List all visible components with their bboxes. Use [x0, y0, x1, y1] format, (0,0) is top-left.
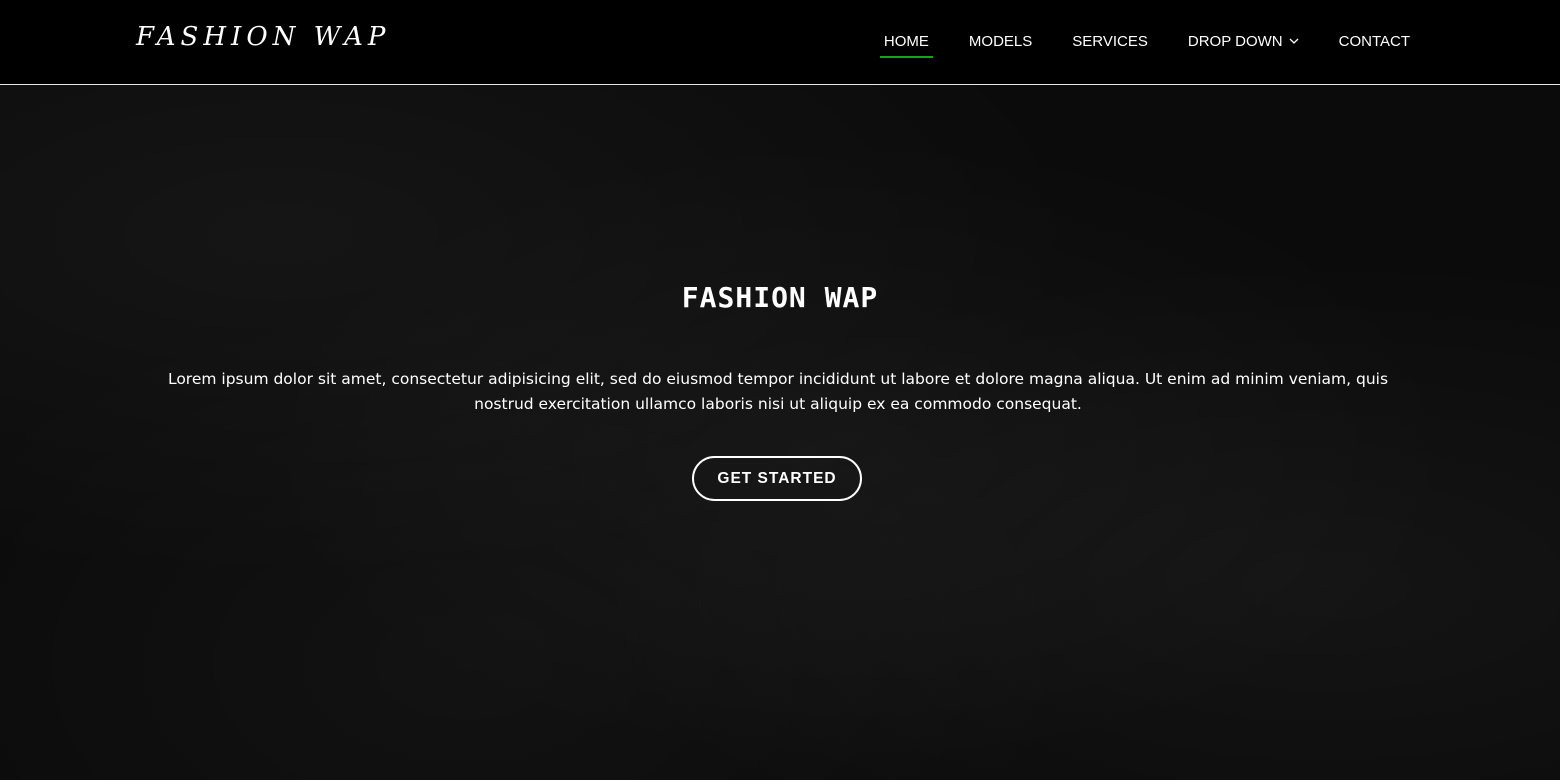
- nav-item-contact[interactable]: CONTACT: [1335, 27, 1414, 58]
- main-nav: HOME MODELS SERVICES DROP DOWN CONTACT: [848, 0, 1414, 84]
- nav-item-services[interactable]: SERVICES: [1068, 27, 1152, 58]
- nav-item-models-label: MODELS: [968, 32, 1033, 50]
- get-started-button[interactable]: GET STARTED: [692, 456, 862, 501]
- hero-title: FASHION WAP: [681, 281, 879, 314]
- nav-item-home-label: HOME: [883, 32, 929, 50]
- chevron-down-icon: [1289, 38, 1299, 44]
- hero-description: Lorem ipsum dolor sit amet, consectetur …: [167, 370, 1389, 413]
- nav-item-dropdown-label: DROP DOWN: [1187, 32, 1283, 50]
- nav-item-models[interactable]: MODELS: [965, 27, 1036, 58]
- nav-item-services-label: SERVICES: [1072, 32, 1148, 50]
- nav-item-dropdown[interactable]: DROP DOWN: [1184, 27, 1303, 58]
- nav-item-contact-label: CONTACT: [1338, 32, 1410, 50]
- nav-item-home[interactable]: HOME: [879, 27, 933, 58]
- site-logo[interactable]: FASHION WAP: [136, 22, 390, 52]
- site-header: FASHION WAP HOME MODELS SERVICES DROP DO…: [0, 0, 1560, 85]
- page: FASHION WAP HOME MODELS SERVICES DROP DO…: [0, 0, 1560, 780]
